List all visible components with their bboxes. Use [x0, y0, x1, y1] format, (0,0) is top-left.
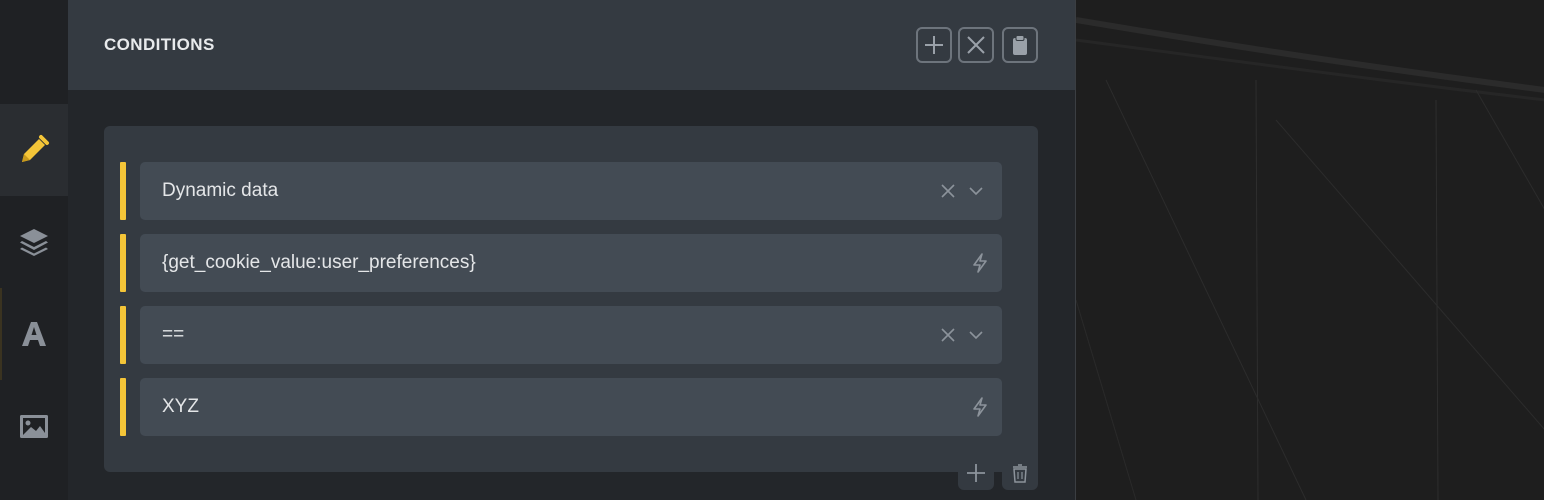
- conditions-panel: CONDITIONS Dynamic data {get_cookie_valu…: [68, 0, 1075, 500]
- condition-dynamic-tag-row: {get_cookie_value:user_preferences}: [120, 234, 1002, 292]
- chevron-down-icon[interactable]: [964, 179, 988, 203]
- condition-accent-bar: [120, 162, 126, 220]
- rail-item-edit[interactable]: [0, 104, 68, 196]
- rail-item-typography[interactable]: [0, 288, 68, 380]
- typography-icon: [22, 322, 46, 346]
- condition-value-input[interactable]: XYZ: [140, 378, 1002, 436]
- condition-value-text: XYZ: [162, 396, 199, 417]
- condition-operator-row: ==: [120, 306, 1002, 364]
- paste-conditions-button[interactable]: [1002, 27, 1038, 63]
- add-icon: [925, 36, 943, 54]
- condition-accent-bar: [120, 378, 126, 436]
- condition-key-row: Dynamic data: [120, 162, 1002, 220]
- rail-item-media[interactable]: [0, 380, 68, 472]
- condition-accent-bar: [120, 234, 126, 292]
- layers-icon: [20, 229, 48, 256]
- dynamic-data-bolt-icon[interactable]: [968, 395, 992, 419]
- close-conditions-button[interactable]: [958, 27, 994, 63]
- panel-header: CONDITIONS: [68, 0, 1075, 90]
- condition-key-value: Dynamic data: [162, 180, 279, 201]
- panel-title: CONDITIONS: [104, 35, 215, 54]
- dynamic-tag-input[interactable]: {get_cookie_value:user_preferences}: [140, 234, 1002, 292]
- clear-icon[interactable]: [936, 179, 960, 203]
- canvas-background-graphic: [1076, 0, 1544, 500]
- rail-item-layers[interactable]: [0, 196, 68, 288]
- condition-operator-value: ==: [162, 324, 185, 345]
- app-root: CONDITIONS Dynamic data {get_cookie_valu…: [0, 0, 1544, 500]
- add-condition-set-button[interactable]: [916, 27, 952, 63]
- add-icon: [967, 464, 985, 482]
- delete-condition-button[interactable]: [1002, 456, 1038, 490]
- clipboard-icon: [1013, 35, 1027, 55]
- dynamic-data-bolt-icon[interactable]: [968, 251, 992, 275]
- trash-icon: [1013, 464, 1027, 483]
- close-icon: [967, 36, 985, 54]
- condition-card: Dynamic data {get_cookie_value:user_pref…: [104, 126, 1038, 472]
- condition-key-select[interactable]: Dynamic data: [140, 162, 1002, 220]
- chevron-down-icon[interactable]: [964, 323, 988, 347]
- dynamic-tag-value: {get_cookie_value:user_preferences}: [162, 252, 476, 273]
- pencil-icon: [22, 135, 49, 162]
- condition-operator-select[interactable]: ==: [140, 306, 1002, 364]
- condition-value-row: XYZ: [120, 378, 1002, 436]
- condition-accent-bar: [120, 306, 126, 364]
- add-condition-button[interactable]: [958, 456, 994, 490]
- left-icon-rail: [0, 0, 68, 500]
- image-icon: [20, 415, 48, 438]
- clear-icon[interactable]: [936, 323, 960, 347]
- canvas-preview: [1075, 0, 1544, 500]
